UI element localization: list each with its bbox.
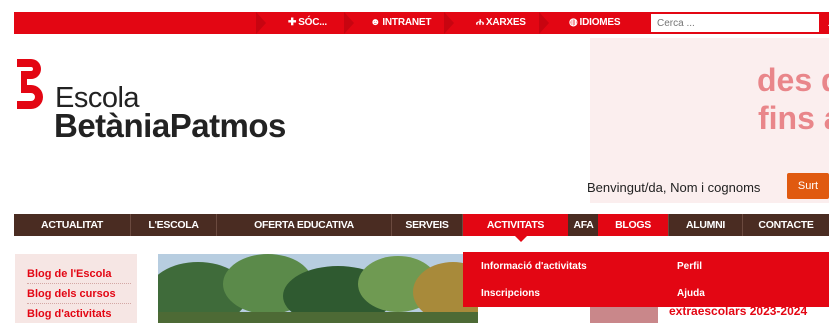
top-link-idiomes[interactable]: ◍ IDIOMES: [569, 12, 621, 34]
sidebar-item-blog-cursos[interactable]: Blog dels cursos: [27, 288, 116, 300]
logo-mark: [17, 59, 43, 109]
hero-text-line2: fins a: [758, 100, 829, 136]
promo-image: [590, 307, 658, 323]
dropdown-item-ajuda[interactable]: Ajuda: [677, 288, 705, 299]
sitemap-icon: ሐ: [476, 17, 484, 28]
smiley-icon: ☻: [370, 17, 381, 28]
search-button[interactable]: ⌕: [820, 12, 829, 34]
sidebar-item-blog-activitats[interactable]: Blog d'activitats: [27, 308, 112, 320]
globe-icon: ◍: [569, 17, 578, 28]
top-bar-separator: [444, 12, 454, 34]
top-bar: ✚SÓC... ☻INTRANET ሐXARXES ◍IDIOMES ⌕: [14, 12, 829, 34]
nav-item-actualitat[interactable]: ACTUALITAT: [14, 214, 130, 236]
top-bar-separator: [344, 12, 354, 34]
nav-item-serveis[interactable]: SERVEIS: [392, 214, 462, 236]
promo-title[interactable]: extraescolars 2023-2024: [669, 304, 807, 318]
activitats-dropdown: Informació d'activitats Inscripcions Per…: [463, 252, 829, 307]
top-link-xarxes[interactable]: ሐ XARXES: [476, 12, 526, 34]
school-photo: [158, 254, 478, 323]
main-nav: ACTUALITAT L'ESCOLA OFERTA EDUCATIVA SER…: [14, 214, 829, 236]
sidebar-item-blog-escola[interactable]: Blog de l'Escola: [27, 268, 112, 280]
top-link-soc[interactable]: ✚ SÓC...: [288, 12, 327, 34]
active-nav-caret-icon: [515, 236, 527, 242]
nav-item-blogs[interactable]: BLOGS: [598, 214, 668, 236]
dropdown-item-informacio[interactable]: Informació d'activitats: [481, 261, 587, 272]
plus-icon: ✚: [288, 17, 297, 28]
nav-item-afa[interactable]: AFA: [569, 214, 598, 236]
sidebar-divider: [27, 303, 131, 304]
search-input[interactable]: [651, 14, 819, 32]
dropdown-item-perfil[interactable]: Perfil: [677, 261, 702, 272]
nav-item-oferta-educativa[interactable]: OFERTA EDUCATIVA: [217, 214, 391, 236]
nav-item-alumni[interactable]: ALUMNI: [669, 214, 742, 236]
logo-text-line2: BetàniaPatmos: [54, 107, 286, 144]
top-bar-separator: [256, 12, 266, 34]
blog-sidebar: Blog de l'Escola Blog dels cursos Blog d…: [15, 254, 137, 323]
dropdown-item-inscripcions[interactable]: Inscripcions: [481, 288, 540, 299]
nav-item-lescola[interactable]: L'ESCOLA: [131, 214, 216, 236]
top-link-intranet[interactable]: ☻ INTRANET: [370, 12, 431, 34]
welcome-message: Benvingut/da, Nom i cognoms: [587, 180, 761, 195]
logout-button[interactable]: Surt: [787, 173, 829, 199]
nav-item-contacte[interactable]: CONTACTE: [743, 214, 829, 236]
sidebar-divider: [27, 283, 131, 284]
hero-text-line1: des d: [757, 62, 829, 98]
nav-item-activitats[interactable]: ACTIVITATS: [463, 214, 568, 236]
top-bar-separator: [539, 12, 549, 34]
